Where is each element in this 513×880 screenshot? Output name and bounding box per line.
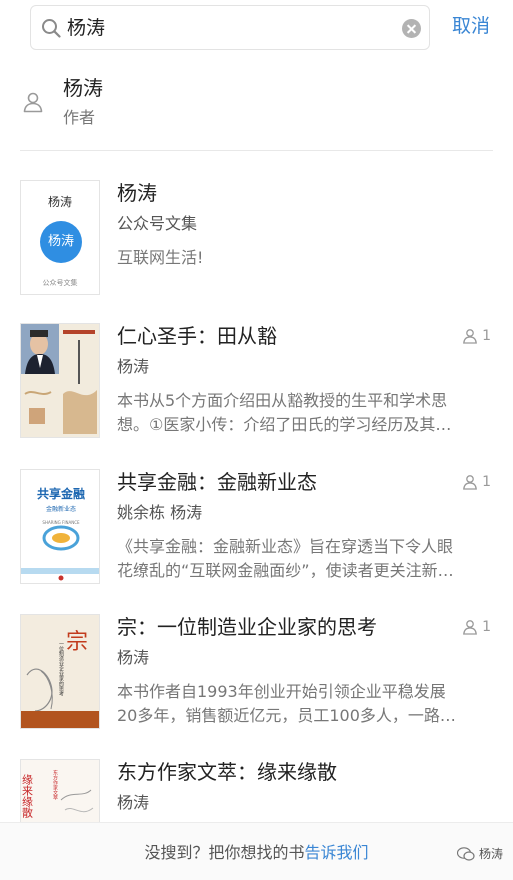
person-icon — [23, 92, 43, 113]
book-description: 本书作者自1993年创业开始引领企业平稳发展 20多年，销售额近亿元，员工100… — [117, 680, 492, 728]
reader-count: 1 — [462, 618, 491, 636]
search-icon — [42, 19, 61, 38]
book-cover: 杨涛 杨涛 公众号文集 — [20, 180, 100, 295]
reader-count: 1 — [462, 327, 491, 345]
cancel-button[interactable]: 取消 — [452, 15, 490, 37]
reader-count-value: 1 — [482, 619, 491, 635]
watermark-text: 杨涛 — [478, 847, 503, 861]
book-description: 《共享金融：金融新业态》旨在穿透当下令人眼 花缭乱的“互联网金融面纱”，使读者更… — [117, 535, 492, 583]
cover-art: 共享金融 金融新业态 SHARING FINANCE — [21, 470, 99, 583]
cover-title: 共享金融 — [37, 486, 85, 501]
book-cover — [20, 323, 100, 438]
description-line: 本书作者自1993年创业开始引领企业平稳发展 — [117, 682, 446, 701]
description-line: 本书从5个方面介绍田从豁教授的生平和学术思 — [117, 391, 448, 410]
feedback-text: 没搜到？把你想找的书告诉我们 — [0, 843, 513, 863]
list-item[interactable]: 仁心圣手：田从豁 1 杨涛 本书从5个方面介绍田从豁教授的生平和学术思 想。①医… — [0, 323, 513, 443]
person-icon — [463, 475, 477, 490]
cover-title: 缘来缘散 — [21, 774, 34, 819]
description-line: 《共享金融：金融新业态》旨在穿透当下令人眼 — [117, 537, 454, 556]
list-item[interactable]: 杨涛 杨涛 公众号文集 杨涛 公众号文集 互联网生活! — [0, 180, 513, 300]
book-cover: 共享金融 金融新业态 SHARING FINANCE — [20, 469, 100, 584]
cover-tag: SHARING FINANCE — [42, 520, 80, 525]
reader-count: 1 — [462, 473, 491, 491]
list-item[interactable]: 共享金融 金融新业态 SHARING FINANCE 共享金融：金融新业态 1 … — [0, 469, 513, 589]
cover-title: 宗 — [66, 630, 88, 655]
person-icon — [463, 329, 477, 344]
description-line: 想。①医家小传：介绍了田氏的学习经历及其… — [117, 415, 452, 434]
book-description: 互联网生活! — [117, 246, 492, 270]
author-name: 杨涛 — [63, 76, 103, 100]
search-input[interactable]: 杨涛 — [30, 5, 430, 50]
search-bar: 杨涛 取消 — [0, 0, 513, 60]
tell-us-link[interactable]: 告诉我们 — [305, 843, 369, 862]
book-title: 东方作家文萃：缘来缘散 — [117, 760, 337, 784]
feedback-bar: 没搜到？把你想找的书告诉我们 杨涛 — [0, 822, 513, 880]
cover-art: 宗 一位制造业企业家的思考 — [21, 615, 99, 728]
book-title: 仁心圣手：田从豁 — [117, 324, 277, 348]
author-result[interactable]: 杨涛 作者 — [0, 66, 513, 148]
description-line: 20多年，销售额近亿元，员工100多人，一路… — [117, 706, 456, 725]
book-author: 杨涛 — [117, 793, 150, 812]
clear-icon[interactable] — [402, 19, 421, 38]
search-query-text[interactable]: 杨涛 — [67, 17, 105, 39]
cover-subtitle: 金融新业态 — [46, 505, 76, 513]
cover-art: 缘来缘散 东方作家文萃 — [21, 760, 99, 822]
book-title: 宗：一位制造业企业家的思考 — [117, 615, 377, 639]
description-line: 互联网生活! — [117, 248, 204, 267]
cover-avatar: 杨涛 — [40, 221, 82, 263]
person-icon — [463, 620, 477, 635]
cover-subtitle: 东方作家文萃 — [52, 769, 58, 801]
book-title: 杨涛 — [117, 181, 157, 205]
reader-count-value: 1 — [482, 328, 491, 344]
watermark: 杨涛 — [456, 845, 503, 862]
feedback-prefix: 没搜到？把你想找的书 — [144, 843, 305, 862]
book-cover: 缘来缘散 东方作家文萃 — [20, 759, 100, 822]
cover-footer: 公众号文集 — [42, 279, 78, 287]
book-author: 杨涛 — [117, 357, 150, 376]
wechat-icon — [456, 846, 475, 861]
book-cover: 宗 一位制造业企业家的思考 — [20, 614, 100, 729]
divider — [20, 150, 493, 151]
book-author: 杨涛 — [117, 648, 150, 667]
book-subtitle: 公众号文集 — [117, 214, 198, 233]
cover-subtitle: 一位制造业企业家的思考 — [58, 641, 64, 697]
book-title: 共享金融：金融新业态 — [117, 470, 317, 494]
book-author: 姚余栋 杨涛 — [117, 503, 203, 522]
description-line: 花缭乱的“互联网金融面纱”，使读者更关注新… — [117, 561, 454, 580]
list-item[interactable]: 宗 一位制造业企业家的思考 宗：一位制造业企业家的思考 1 杨涛 本书作者自19… — [0, 614, 513, 734]
list-item[interactable]: 缘来缘散 东方作家文萃 东方作家文萃：缘来缘散 杨涛 — [0, 759, 513, 822]
cover-title: 杨涛 — [47, 195, 72, 209]
author-role: 作者 — [63, 108, 96, 127]
cover-art — [21, 324, 99, 437]
reader-count-value: 1 — [482, 474, 491, 490]
book-description: 本书从5个方面介绍田从豁教授的生平和学术思 想。①医家小传：介绍了田氏的学习经历… — [117, 389, 492, 437]
